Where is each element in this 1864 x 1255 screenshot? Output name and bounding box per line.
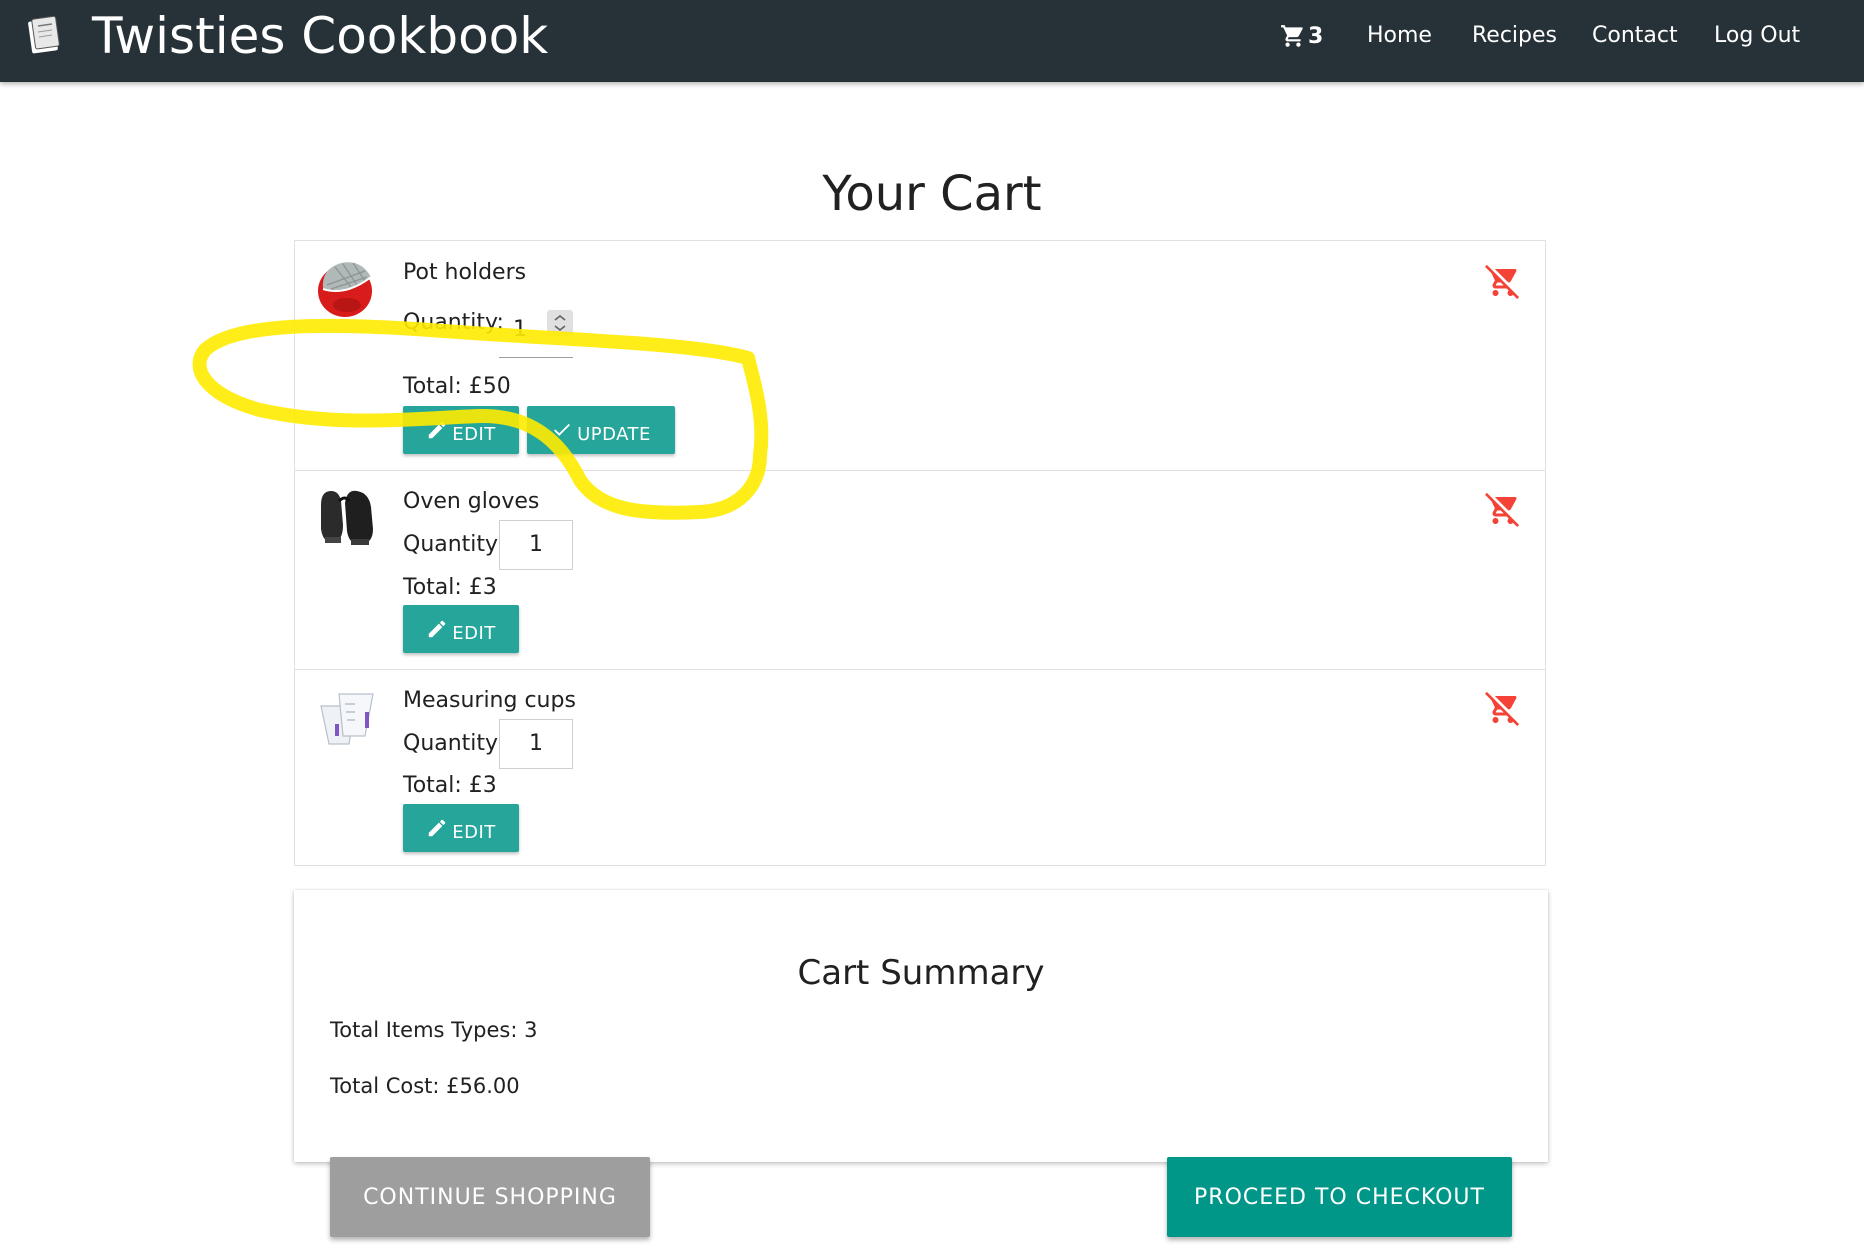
edit-label: EDIT (452, 423, 496, 445)
cart-count: 3 (1308, 23, 1324, 49)
item-total: Total: £3 (403, 773, 497, 798)
cart-item-pot-holders: Pot holders Quantity: 1 Total: £50 EDIT … (295, 241, 1545, 470)
nav-contact-link[interactable]: Contact (1592, 20, 1678, 52)
quantity-label: Quantity: (403, 731, 504, 756)
cart-item-measuring-cups: Measuring cups Quantity: 1 Total: £3 EDI… (295, 669, 1545, 865)
pot-holder-image (318, 262, 372, 317)
edit-button[interactable]: EDIT (403, 605, 519, 653)
item-total: Total: £50 (403, 374, 511, 399)
cart-item-oven-gloves: Oven gloves Quantity: 1 Total: £3 EDIT (295, 470, 1545, 669)
pencil-icon (428, 819, 446, 837)
item-name: Measuring cups (403, 688, 576, 713)
proceed-to-checkout-button[interactable]: PROCEED TO CHECKOUT (1167, 1157, 1512, 1237)
shopping-cart-icon (1281, 25, 1303, 47)
page-title: Your Cart (822, 166, 1042, 222)
navbar: Twisties Cookbook 3 Home Recipes Contact… (0, 0, 1864, 82)
edit-label: EDIT (452, 622, 496, 644)
nav-recipes-link[interactable]: Recipes (1472, 20, 1557, 52)
remove-shopping-cart-icon[interactable] (1485, 491, 1521, 527)
cart-summary-card: Cart Summary Total Items Types: 3 Total … (294, 890, 1548, 1162)
brand-title[interactable]: Twisties Cookbook (92, 6, 548, 66)
pencil-icon (428, 620, 446, 638)
spinner-arrows-icon[interactable] (547, 310, 573, 336)
item-name: Pot holders (403, 260, 527, 285)
continue-shopping-button[interactable]: CONTINUE SHOPPING (330, 1157, 650, 1237)
total-item-types: Total Items Types: 3 (330, 1018, 538, 1042)
quantity-label: Quantity: (403, 532, 504, 557)
remove-shopping-cart-icon[interactable] (1485, 263, 1521, 299)
edit-button[interactable]: EDIT (403, 406, 519, 454)
quantity-stepper[interactable]: 1 (499, 308, 573, 358)
cart-list: Pot holders Quantity: 1 Total: £50 EDIT … (294, 240, 1546, 866)
remove-shopping-cart-icon[interactable] (1485, 690, 1521, 726)
item-name: Oven gloves (403, 489, 540, 514)
summary-title: Cart Summary (797, 953, 1045, 993)
nav-home-link[interactable]: Home (1367, 20, 1432, 52)
item-total: Total: £3 (403, 575, 497, 600)
cookbook-logo-icon[interactable] (26, 12, 62, 56)
quantity-field[interactable]: 1 (499, 520, 573, 570)
quantity-field[interactable]: 1 (499, 719, 573, 769)
check-icon (554, 423, 571, 436)
update-label: UPDATE (577, 423, 651, 445)
update-button[interactable]: UPDATE (527, 406, 675, 454)
quantity-value: 1 (513, 317, 527, 342)
total-cost: Total Cost: £56.00 (330, 1074, 520, 1098)
edit-label: EDIT (452, 821, 496, 843)
nav-cart-link[interactable]: 3 (1280, 18, 1323, 54)
measuring-cups-image (320, 693, 374, 745)
nav-logout-link[interactable]: Log Out (1714, 20, 1800, 52)
edit-button[interactable]: EDIT (403, 804, 519, 852)
quantity-label: Quantity: (403, 310, 504, 335)
oven-gloves-image (321, 490, 373, 545)
pencil-icon (428, 421, 446, 439)
